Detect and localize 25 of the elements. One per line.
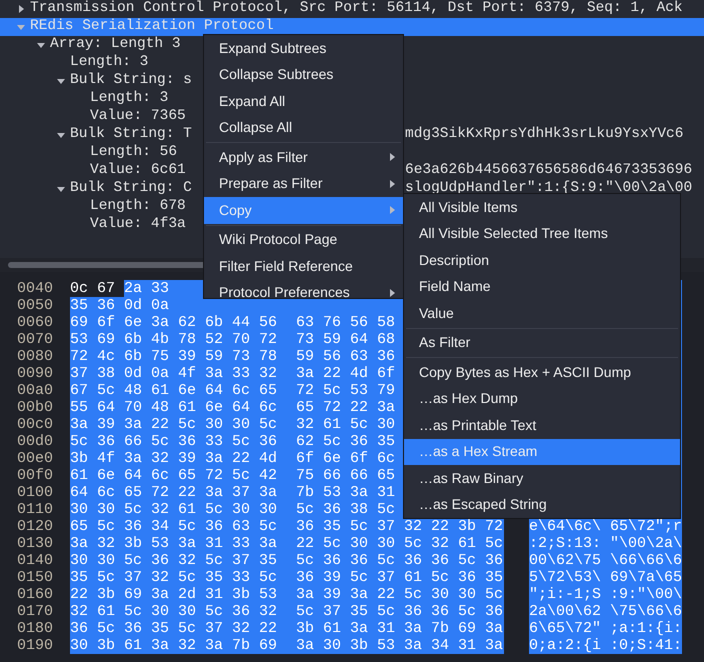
offset-text: 0100: [16, 484, 54, 501]
offset-text: 0140: [16, 552, 54, 569]
offset-text: 0180: [16, 620, 54, 637]
offset-text: 0150: [16, 569, 54, 586]
offset-text: 0090: [16, 365, 54, 382]
offset-text: 00a0: [16, 382, 54, 399]
tree-item-text: mdg3SikKxRprsYdhHk3srLku9YsxYVc6: [405, 125, 684, 144]
offset-text: 00b0: [16, 399, 54, 416]
offset-text: 0060: [16, 314, 54, 331]
offset-text: 00f0: [16, 467, 54, 484]
offset-text: 0080: [16, 348, 54, 365]
offset-text: 00d0: [16, 433, 54, 450]
offset-text: 0050: [16, 297, 54, 314]
offset-text: 0130: [16, 535, 54, 552]
offset-text: 0110: [16, 501, 54, 518]
offset-text: 0160: [16, 586, 54, 603]
offset-text: 00e0: [16, 450, 54, 467]
offset-text: 0120: [16, 518, 54, 535]
tree-item-text: 6e3a626b4456637656586d64673353696: [405, 161, 692, 180]
offset-text: 0040: [16, 280, 54, 297]
offset-text: 0190: [16, 637, 54, 654]
offset-text: 00c0: [16, 416, 54, 433]
offset-text: 0070: [16, 331, 54, 348]
tree-item-text: slogUdpHandler":1:{S:9:"\00\2a\00: [405, 179, 692, 198]
offset-text: 0170: [16, 603, 54, 620]
